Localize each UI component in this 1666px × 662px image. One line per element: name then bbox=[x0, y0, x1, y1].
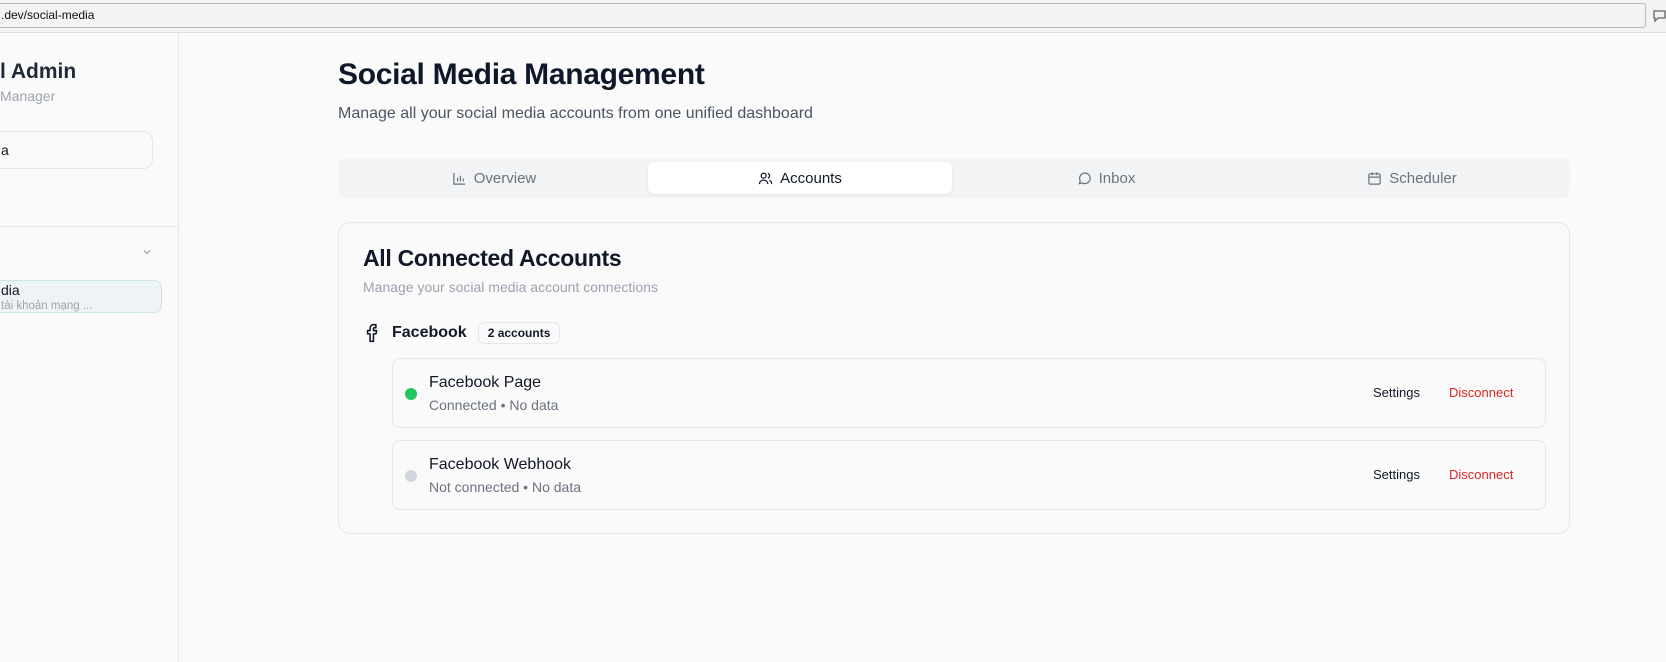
calendar-icon bbox=[1368, 171, 1381, 185]
connected-accounts-card: All Connected Accounts Manage your socia… bbox=[338, 222, 1570, 534]
card-title: All Connected Accounts bbox=[363, 245, 622, 271]
sidebar: l Admin Manager a dia tài khoản mạng ... bbox=[0, 33, 179, 662]
account-row: Facebook Page Connected • No data Settin… bbox=[392, 358, 1546, 428]
platform-group-header: Facebook 2 accounts bbox=[363, 321, 561, 345]
users-icon bbox=[758, 172, 773, 184]
account-name: Facebook Page bbox=[429, 374, 542, 391]
account-status-text: Connected • No data bbox=[429, 397, 559, 413]
disconnect-button[interactable]: Disconnect bbox=[1449, 464, 1513, 486]
page-title: Social Media Management bbox=[338, 58, 705, 91]
address-bar[interactable]: .dev/social-media bbox=[0, 3, 1646, 28]
status-indicator bbox=[405, 470, 417, 482]
tab-inbox[interactable]: Inbox bbox=[954, 162, 1258, 194]
tab-accounts[interactable]: Accounts bbox=[648, 162, 952, 194]
tab-list: Overview Accounts Inbox Scheduler bbox=[338, 158, 1570, 198]
account-count-badge: 2 accounts bbox=[477, 322, 561, 344]
browser-toolbar: .dev/social-media bbox=[0, 0, 1666, 33]
sidebar-brand-subtitle: Manager bbox=[0, 88, 56, 104]
tab-label: Accounts bbox=[780, 169, 842, 187]
settings-button[interactable]: Settings bbox=[1373, 382, 1420, 404]
tab-label: Scheduler bbox=[1389, 169, 1457, 187]
platform-name: Facebook bbox=[392, 324, 467, 341]
sidebar-brand-title: l Admin bbox=[0, 60, 77, 83]
sidebar-item-description: tài khoản mạng ... bbox=[1, 300, 93, 312]
page-subtitle: Manage all your social media accounts fr… bbox=[338, 105, 813, 122]
card-subtitle: Manage your social media account connect… bbox=[363, 279, 658, 295]
tab-scheduler[interactable]: Scheduler bbox=[1260, 162, 1564, 194]
disconnect-button[interactable]: Disconnect bbox=[1449, 382, 1513, 404]
comment-icon[interactable] bbox=[1652, 8, 1666, 24]
account-status-text: Not connected • No data bbox=[429, 479, 581, 495]
tab-overview[interactable]: Overview bbox=[342, 162, 646, 194]
message-circle-icon bbox=[1078, 171, 1091, 185]
account-row: Facebook Webhook Not connected • No data… bbox=[392, 440, 1546, 510]
facebook-icon bbox=[366, 323, 378, 343]
sidebar-item-social-media[interactable]: dia tài khoản mạng ... bbox=[0, 280, 162, 313]
tab-label: Overview bbox=[473, 169, 537, 187]
sidebar-search-input[interactable]: a bbox=[0, 131, 153, 169]
sidebar-divider bbox=[0, 226, 179, 227]
tab-label: Inbox bbox=[1098, 169, 1136, 187]
bar-chart-icon bbox=[453, 172, 465, 185]
sidebar-item-label: dia bbox=[1, 282, 20, 298]
status-indicator bbox=[405, 388, 417, 400]
chevron-down-icon[interactable] bbox=[141, 245, 153, 257]
settings-button[interactable]: Settings bbox=[1373, 464, 1420, 486]
account-name: Facebook Webhook bbox=[429, 456, 572, 473]
